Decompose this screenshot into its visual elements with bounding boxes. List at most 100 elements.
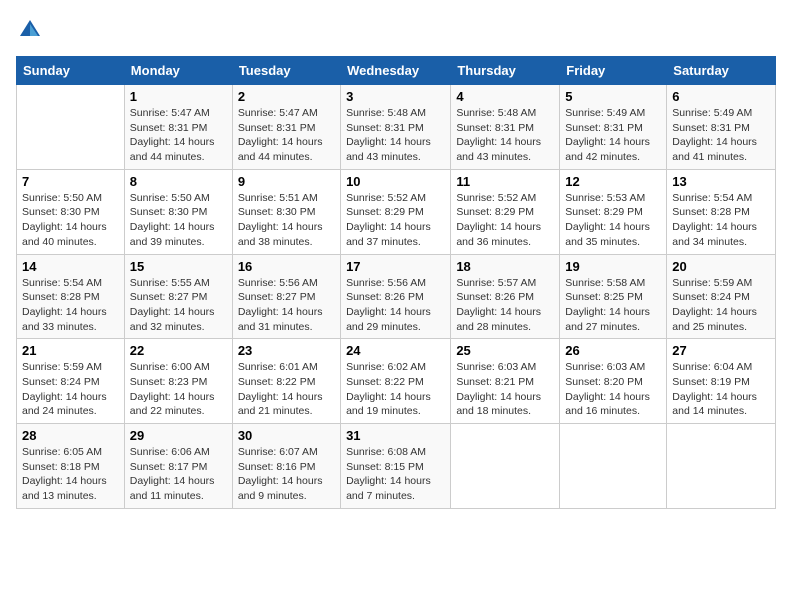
day-number: 8 bbox=[130, 174, 227, 189]
calendar-cell: 7 Sunrise: 5:50 AM Sunset: 8:30 PM Daylig… bbox=[17, 169, 125, 254]
day-number: 27 bbox=[672, 343, 770, 358]
calendar-cell: 2 Sunrise: 5:47 AM Sunset: 8:31 PM Daylig… bbox=[232, 85, 340, 170]
calendar-cell: 9 Sunrise: 5:51 AM Sunset: 8:30 PM Daylig… bbox=[232, 169, 340, 254]
day-info: Sunrise: 5:50 AM Sunset: 8:30 PM Dayligh… bbox=[130, 191, 227, 250]
calendar-cell: 27 Sunrise: 6:04 AM Sunset: 8:19 PM Dayli… bbox=[667, 339, 776, 424]
day-info: Sunrise: 5:55 AM Sunset: 8:27 PM Dayligh… bbox=[130, 276, 227, 335]
day-number: 9 bbox=[238, 174, 335, 189]
day-info: Sunrise: 5:53 AM Sunset: 8:29 PM Dayligh… bbox=[565, 191, 661, 250]
day-number: 18 bbox=[456, 259, 554, 274]
calendar-cell: 11Sunrise: 5:52 AM Sunset: 8:29 PM Dayli… bbox=[451, 169, 560, 254]
calendar-cell: 14 Sunrise: 5:54 AM Sunset: 8:28 PM Dayli… bbox=[17, 254, 125, 339]
day-number: 20 bbox=[672, 259, 770, 274]
calendar-cell: 26Sunrise: 6:03 AM Sunset: 8:20 PM Dayli… bbox=[560, 339, 667, 424]
calendar-table: SundayMondayTuesdayWednesdayThursdayFrid… bbox=[16, 56, 776, 509]
day-info: Sunrise: 5:54 AM Sunset: 8:28 PM Dayligh… bbox=[672, 191, 770, 250]
day-number: 23 bbox=[238, 343, 335, 358]
week-row-5: 28 Sunrise: 6:05 AM Sunset: 8:18 PM Dayli… bbox=[17, 424, 776, 509]
weekday-header-monday: Monday bbox=[124, 57, 232, 85]
day-info: Sunrise: 5:48 AM Sunset: 8:31 PM Dayligh… bbox=[456, 106, 554, 165]
day-info: Sunrise: 5:49 AM Sunset: 8:31 PM Dayligh… bbox=[565, 106, 661, 165]
day-info: Sunrise: 6:04 AM Sunset: 8:19 PM Dayligh… bbox=[672, 360, 770, 419]
calendar-cell: 1 Sunrise: 5:47 AM Sunset: 8:31 PM Daylig… bbox=[124, 85, 232, 170]
day-info: Sunrise: 6:08 AM Sunset: 8:15 PM Dayligh… bbox=[346, 445, 445, 504]
calendar-cell: 6 Sunrise: 5:49 AM Sunset: 8:31 PM Daylig… bbox=[667, 85, 776, 170]
calendar-cell: 10Sunrise: 5:52 AM Sunset: 8:29 PM Dayli… bbox=[341, 169, 451, 254]
day-number: 12 bbox=[565, 174, 661, 189]
calendar-cell: 13 Sunrise: 5:54 AM Sunset: 8:28 PM Dayli… bbox=[667, 169, 776, 254]
weekday-header-thursday: Thursday bbox=[451, 57, 560, 85]
calendar-cell bbox=[560, 424, 667, 509]
day-info: Sunrise: 6:05 AM Sunset: 8:18 PM Dayligh… bbox=[22, 445, 119, 504]
weekday-header-saturday: Saturday bbox=[667, 57, 776, 85]
day-info: Sunrise: 5:54 AM Sunset: 8:28 PM Dayligh… bbox=[22, 276, 119, 335]
day-number: 1 bbox=[130, 89, 227, 104]
day-info: Sunrise: 5:48 AM Sunset: 8:31 PM Dayligh… bbox=[346, 106, 445, 165]
calendar-cell: 20Sunrise: 5:59 AM Sunset: 8:24 PM Dayli… bbox=[667, 254, 776, 339]
day-number: 2 bbox=[238, 89, 335, 104]
calendar-cell: 3 Sunrise: 5:48 AM Sunset: 8:31 PM Daylig… bbox=[341, 85, 451, 170]
day-number: 29 bbox=[130, 428, 227, 443]
day-info: Sunrise: 5:56 AM Sunset: 8:26 PM Dayligh… bbox=[346, 276, 445, 335]
day-info: Sunrise: 6:03 AM Sunset: 8:21 PM Dayligh… bbox=[456, 360, 554, 419]
calendar-cell: 28 Sunrise: 6:05 AM Sunset: 8:18 PM Dayli… bbox=[17, 424, 125, 509]
day-info: Sunrise: 5:57 AM Sunset: 8:26 PM Dayligh… bbox=[456, 276, 554, 335]
day-number: 10 bbox=[346, 174, 445, 189]
day-number: 3 bbox=[346, 89, 445, 104]
calendar-cell: 31 Sunrise: 6:08 AM Sunset: 8:15 PM Dayli… bbox=[341, 424, 451, 509]
week-row-1: 1 Sunrise: 5:47 AM Sunset: 8:31 PM Daylig… bbox=[17, 85, 776, 170]
calendar-cell: 23 Sunrise: 6:01 AM Sunset: 8:22 PM Dayli… bbox=[232, 339, 340, 424]
calendar-cell bbox=[17, 85, 125, 170]
week-row-4: 21 Sunrise: 5:59 AM Sunset: 8:24 PM Dayli… bbox=[17, 339, 776, 424]
day-number: 21 bbox=[22, 343, 119, 358]
logo-icon bbox=[16, 16, 44, 44]
day-info: Sunrise: 6:02 AM Sunset: 8:22 PM Dayligh… bbox=[346, 360, 445, 419]
day-info: Sunrise: 5:47 AM Sunset: 8:31 PM Dayligh… bbox=[238, 106, 335, 165]
day-number: 4 bbox=[456, 89, 554, 104]
day-number: 7 bbox=[22, 174, 119, 189]
day-number: 31 bbox=[346, 428, 445, 443]
weekday-header-wednesday: Wednesday bbox=[341, 57, 451, 85]
day-number: 24 bbox=[346, 343, 445, 358]
day-info: Sunrise: 6:07 AM Sunset: 8:16 PM Dayligh… bbox=[238, 445, 335, 504]
day-info: Sunrise: 6:06 AM Sunset: 8:17 PM Dayligh… bbox=[130, 445, 227, 504]
day-info: Sunrise: 6:01 AM Sunset: 8:22 PM Dayligh… bbox=[238, 360, 335, 419]
weekday-header-friday: Friday bbox=[560, 57, 667, 85]
day-number: 11 bbox=[456, 174, 554, 189]
week-row-2: 7 Sunrise: 5:50 AM Sunset: 8:30 PM Daylig… bbox=[17, 169, 776, 254]
calendar-cell: 24 Sunrise: 6:02 AM Sunset: 8:22 PM Dayli… bbox=[341, 339, 451, 424]
day-info: Sunrise: 5:56 AM Sunset: 8:27 PM Dayligh… bbox=[238, 276, 335, 335]
calendar-cell: 29 Sunrise: 6:06 AM Sunset: 8:17 PM Dayli… bbox=[124, 424, 232, 509]
calendar-cell: 8 Sunrise: 5:50 AM Sunset: 8:30 PM Daylig… bbox=[124, 169, 232, 254]
calendar-cell: 19 Sunrise: 5:58 AM Sunset: 8:25 PM Dayli… bbox=[560, 254, 667, 339]
logo bbox=[16, 16, 48, 44]
calendar-cell: 18 Sunrise: 5:57 AM Sunset: 8:26 PM Dayli… bbox=[451, 254, 560, 339]
day-number: 25 bbox=[456, 343, 554, 358]
day-number: 5 bbox=[565, 89, 661, 104]
day-info: Sunrise: 5:49 AM Sunset: 8:31 PM Dayligh… bbox=[672, 106, 770, 165]
day-info: Sunrise: 5:50 AM Sunset: 8:30 PM Dayligh… bbox=[22, 191, 119, 250]
day-number: 15 bbox=[130, 259, 227, 274]
day-number: 13 bbox=[672, 174, 770, 189]
day-info: Sunrise: 5:47 AM Sunset: 8:31 PM Dayligh… bbox=[130, 106, 227, 165]
week-row-3: 14 Sunrise: 5:54 AM Sunset: 8:28 PM Dayli… bbox=[17, 254, 776, 339]
calendar-cell: 16Sunrise: 5:56 AM Sunset: 8:27 PM Dayli… bbox=[232, 254, 340, 339]
calendar-cell: 5 Sunrise: 5:49 AM Sunset: 8:31 PM Daylig… bbox=[560, 85, 667, 170]
calendar-cell: 4 Sunrise: 5:48 AM Sunset: 8:31 PM Daylig… bbox=[451, 85, 560, 170]
day-number: 30 bbox=[238, 428, 335, 443]
calendar-cell: 30 Sunrise: 6:07 AM Sunset: 8:16 PM Dayli… bbox=[232, 424, 340, 509]
day-info: Sunrise: 5:58 AM Sunset: 8:25 PM Dayligh… bbox=[565, 276, 661, 335]
day-number: 6 bbox=[672, 89, 770, 104]
day-number: 14 bbox=[22, 259, 119, 274]
day-info: Sunrise: 6:00 AM Sunset: 8:23 PM Dayligh… bbox=[130, 360, 227, 419]
day-info: Sunrise: 5:59 AM Sunset: 8:24 PM Dayligh… bbox=[22, 360, 119, 419]
calendar-cell bbox=[451, 424, 560, 509]
weekday-header-tuesday: Tuesday bbox=[232, 57, 340, 85]
calendar-cell: 21 Sunrise: 5:59 AM Sunset: 8:24 PM Dayli… bbox=[17, 339, 125, 424]
calendar-cell bbox=[667, 424, 776, 509]
calendar-cell: 15 Sunrise: 5:55 AM Sunset: 8:27 PM Dayli… bbox=[124, 254, 232, 339]
day-info: Sunrise: 5:51 AM Sunset: 8:30 PM Dayligh… bbox=[238, 191, 335, 250]
day-number: 22 bbox=[130, 343, 227, 358]
day-number: 19 bbox=[565, 259, 661, 274]
day-number: 28 bbox=[22, 428, 119, 443]
